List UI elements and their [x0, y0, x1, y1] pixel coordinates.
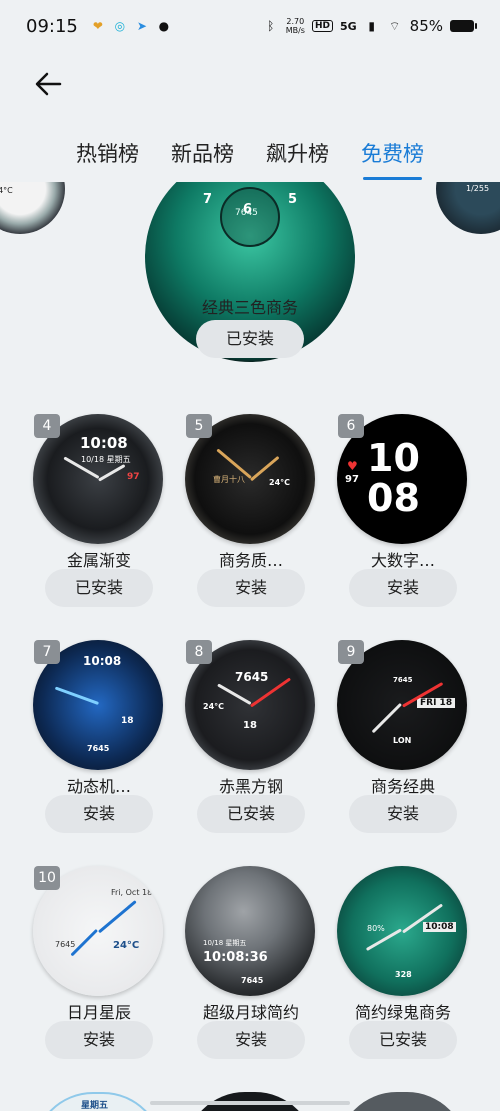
watch-name: 超级月球简约	[202, 1003, 299, 1022]
watch-face-preview[interactable]	[337, 1092, 467, 1111]
bluetooth-icon: ᛒ	[267, 19, 275, 33]
notification-send-icon: ➤	[136, 19, 147, 33]
watch-face-preview[interactable]: 10/18 星期五 10:08:36 7645	[185, 866, 315, 996]
hd-badge: HD	[311, 20, 333, 32]
status-bar: 09:15 ❤ ◎ ➤ ● ᛒ 2.70 MB/s HD 5G ▮ ⌔ 85%	[0, 0, 500, 52]
wifi-icon: ⌔	[389, 18, 401, 33]
ranking-tabs: 热销榜 新品榜 飙升榜 免费榜	[0, 138, 500, 180]
featured-prev-watch[interactable]: 24°C	[0, 182, 65, 234]
watch-name: 日月星辰	[66, 1003, 131, 1022]
install-button[interactable]: 已安装	[197, 795, 305, 833]
battery-percent: 85%	[409, 17, 443, 35]
watch-card[interactable]: Fri, Oct 18 24°C 7645 10 日月星辰 安装	[24, 866, 174, 1092]
watch-name: 赤黑方钢	[218, 777, 283, 796]
install-button[interactable]: 安装	[197, 569, 305, 607]
featured-install-button[interactable]: 已安装	[196, 320, 304, 358]
install-button[interactable]: 安装	[349, 569, 457, 607]
watch-name: 动态机…	[66, 777, 131, 796]
status-time: 09:15	[26, 15, 78, 37]
watch-card[interactable]: 10:08 10/18 星期五 97 4 金属渐变 已安装	[24, 414, 174, 640]
signal-icon: ▮	[368, 19, 375, 33]
net-speed-value: 2.70	[286, 17, 305, 26]
watch-face-preview[interactable]: 星期五	[33, 1092, 163, 1111]
install-button[interactable]: 已安装	[349, 1021, 457, 1059]
content-scroll[interactable]: 24°C 7645 7 6 5 1/255 经典三色商务 已安装 10:08 1…	[0, 182, 500, 1111]
watch-card[interactable]: 曹月十八 24°C 5 商务质… 安装	[176, 414, 326, 640]
tab-new-arrivals[interactable]: 新品榜	[171, 138, 234, 178]
install-button[interactable]: 安装	[349, 795, 457, 833]
rank-badge: 10	[34, 866, 60, 890]
watch-name: 简约绿鬼商务	[354, 1003, 451, 1022]
back-arrow-icon	[35, 72, 62, 96]
watch-card[interactable]: 10:08 80% 328 简约绿鬼商务 已安装	[328, 866, 478, 1092]
install-button[interactable]: 已安装	[45, 569, 153, 607]
watch-name: 大数字…	[370, 551, 435, 570]
back-button[interactable]	[30, 64, 70, 104]
rank-badge: 6	[338, 414, 364, 438]
rank-badge: 7	[34, 640, 60, 664]
install-button[interactable]: 安装	[45, 1021, 153, 1059]
net-speed-unit: MB/s	[285, 26, 305, 35]
watch-face-grid: 10:08 10/18 星期五 97 4 金属渐变 已安装 曹月十八 24°C …	[0, 414, 500, 1092]
rank-badge: 5	[186, 414, 212, 438]
watch-name: 商务质…	[218, 551, 283, 570]
featured-watch-name: 经典三色商务	[201, 298, 298, 317]
install-button[interactable]: 安装	[45, 795, 153, 833]
tab-free[interactable]: 免费榜	[361, 138, 424, 180]
featured-next-watch[interactable]: 1/255	[436, 182, 500, 234]
grid-row: 10:08 10/18 星期五 97 4 金属渐变 已安装 曹月十八 24°C …	[0, 414, 500, 640]
home-indicator[interactable]	[150, 1101, 350, 1105]
grid-row: 10:08 18 7645 7 动态机… 安装 7645 18 24°C 8 赤…	[0, 640, 500, 866]
notification-app-icon: ◎	[114, 19, 126, 33]
watch-card[interactable]: 10/18 星期五 10:08:36 7645 超级月球简约 安装	[176, 866, 326, 1092]
notification-chat-icon: ●	[158, 19, 170, 33]
network-label: 5G	[339, 19, 357, 33]
watch-name: 金属渐变	[66, 551, 131, 570]
watch-name: 商务经典	[370, 777, 435, 796]
grid-row: Fri, Oct 18 24°C 7645 10 日月星辰 安装 10/18 星…	[0, 866, 500, 1092]
watch-face-preview[interactable]: 10:08 80% 328	[337, 866, 467, 996]
tab-rising[interactable]: 飙升榜	[266, 138, 329, 178]
watch-card[interactable]: 10 08 97 ♥ 6 大数字… 安装	[328, 414, 478, 640]
rank-badge: 4	[34, 414, 60, 438]
watch-card[interactable]: 7645 18 24°C 8 赤黑方钢 已安装	[176, 640, 326, 866]
watch-card[interactable]: FRI 18 LON 7645 9 商务经典 安装	[328, 640, 478, 866]
rank-badge: 9	[338, 640, 364, 664]
battery-icon	[450, 20, 477, 32]
rank-badge: 8	[186, 640, 212, 664]
install-button[interactable]: 安装	[197, 1021, 305, 1059]
tab-hot-sales[interactable]: 热销榜	[76, 138, 139, 178]
notification-heart-icon: ❤	[92, 19, 103, 33]
heart-icon: ♥	[347, 459, 358, 473]
watch-card[interactable]: 10:08 18 7645 7 动态机… 安装	[24, 640, 174, 866]
